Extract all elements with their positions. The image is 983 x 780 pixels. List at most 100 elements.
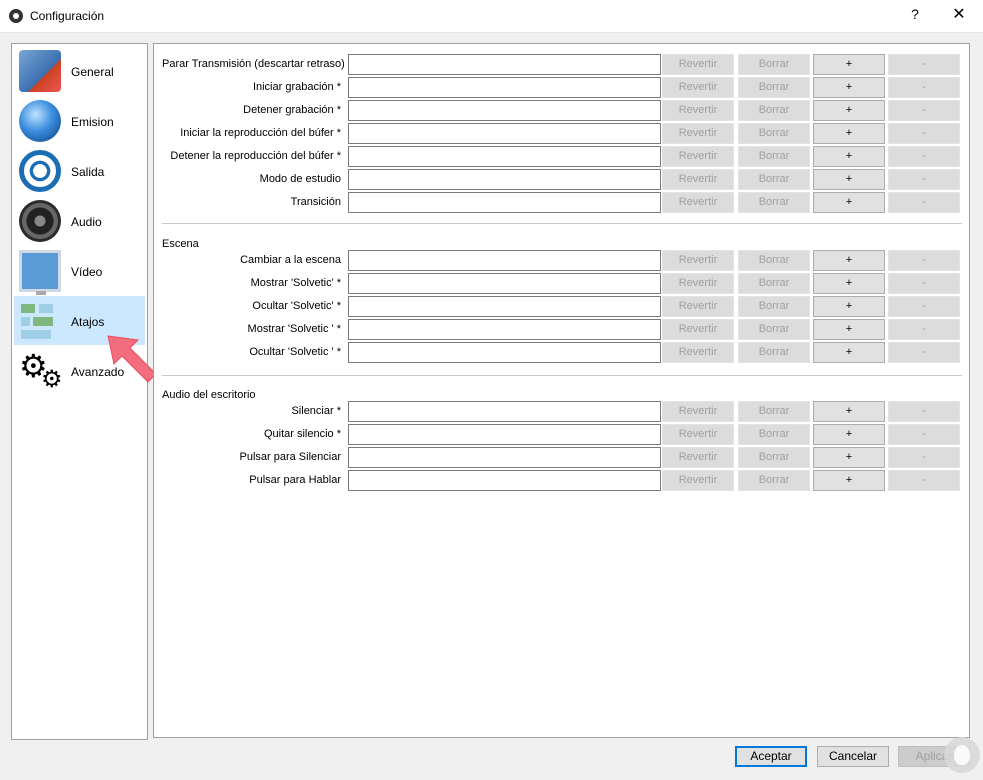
hotkey-label: Transición <box>290 196 341 208</box>
section-divider <box>162 375 962 376</box>
remove-hotkey-button[interactable]: - <box>888 296 960 317</box>
cancel-button[interactable]: Cancelar <box>817 746 889 767</box>
hotkey-input[interactable] <box>348 123 661 144</box>
clear-button[interactable]: Borrar <box>738 192 810 213</box>
remove-hotkey-button[interactable]: - <box>888 169 960 190</box>
remove-hotkey-button[interactable]: - <box>888 123 960 144</box>
accept-button[interactable]: Aceptar <box>735 746 807 767</box>
add-hotkey-button[interactable]: + <box>813 77 885 98</box>
hotkey-input[interactable] <box>348 77 661 98</box>
hotkey-input[interactable] <box>348 470 661 491</box>
hotkey-input[interactable] <box>348 192 661 213</box>
revert-button[interactable]: Revertir <box>662 296 734 317</box>
revert-button[interactable]: Revertir <box>662 77 734 98</box>
sidebar-item-general[interactable]: General <box>14 46 145 95</box>
revert-button[interactable]: Revertir <box>662 169 734 190</box>
remove-hotkey-button[interactable]: - <box>888 273 960 294</box>
add-hotkey-button[interactable]: + <box>813 470 885 491</box>
clear-button[interactable]: Borrar <box>738 296 810 317</box>
clear-button[interactable]: Borrar <box>738 100 810 121</box>
revert-button[interactable]: Revertir <box>662 54 734 75</box>
clear-button[interactable]: Borrar <box>738 146 810 167</box>
revert-button[interactable]: Revertir <box>662 123 734 144</box>
remove-hotkey-button[interactable]: - <box>888 447 960 468</box>
remove-hotkey-button[interactable]: - <box>888 54 960 75</box>
remove-hotkey-button[interactable]: - <box>888 250 960 271</box>
add-hotkey-button[interactable]: + <box>813 123 885 144</box>
section-divider <box>162 223 962 224</box>
settings-sidebar: General Emision Salida Audio Vídeo Atajo… <box>11 43 148 740</box>
add-hotkey-button[interactable]: + <box>813 401 885 422</box>
remove-hotkey-button[interactable]: - <box>888 192 960 213</box>
clear-button[interactable]: Borrar <box>738 319 810 340</box>
clear-button[interactable]: Borrar <box>738 342 810 363</box>
title-bar: Configuración ? ✕ <box>0 0 983 33</box>
add-hotkey-button[interactable]: + <box>813 54 885 75</box>
add-hotkey-button[interactable]: + <box>813 424 885 445</box>
watermark-logo-icon <box>944 737 980 773</box>
video-icon <box>19 250 61 295</box>
revert-button[interactable]: Revertir <box>662 470 734 491</box>
remove-hotkey-button[interactable]: - <box>888 100 960 121</box>
hotkey-input[interactable] <box>348 296 661 317</box>
revert-button[interactable]: Revertir <box>662 319 734 340</box>
sidebar-item-salida[interactable]: Salida <box>14 146 145 195</box>
add-hotkey-button[interactable]: + <box>813 319 885 340</box>
clear-button[interactable]: Borrar <box>738 77 810 98</box>
hotkey-input[interactable] <box>348 447 661 468</box>
clear-button[interactable]: Borrar <box>738 424 810 445</box>
clear-button[interactable]: Borrar <box>738 470 810 491</box>
sidebar-item-video[interactable]: Vídeo <box>14 246 145 295</box>
clear-button[interactable]: Borrar <box>738 273 810 294</box>
sidebar-item-emision[interactable]: Emision <box>14 96 145 145</box>
clear-button[interactable]: Borrar <box>738 54 810 75</box>
remove-hotkey-button[interactable]: - <box>888 146 960 167</box>
close-button[interactable]: ✕ <box>948 4 970 24</box>
add-hotkey-button[interactable]: + <box>813 273 885 294</box>
clear-button[interactable]: Borrar <box>738 169 810 190</box>
sidebar-item-avanzado[interactable]: ⚙ ⚙ Avanzado <box>14 346 145 395</box>
add-hotkey-button[interactable]: + <box>813 100 885 121</box>
revert-button[interactable]: Revertir <box>662 342 734 363</box>
remove-hotkey-button[interactable]: - <box>888 319 960 340</box>
sidebar-item-audio[interactable]: Audio <box>14 196 145 245</box>
add-hotkey-button[interactable]: + <box>813 296 885 317</box>
revert-button[interactable]: Revertir <box>662 447 734 468</box>
revert-button[interactable]: Revertir <box>662 273 734 294</box>
hotkey-input[interactable] <box>348 250 661 271</box>
hotkey-input[interactable] <box>348 146 661 167</box>
hotkey-input[interactable] <box>348 401 661 422</box>
sidebar-item-atajos[interactable]: Atajos <box>14 296 145 345</box>
clear-button[interactable]: Borrar <box>738 401 810 422</box>
clear-button[interactable]: Borrar <box>738 447 810 468</box>
hotkey-input[interactable] <box>348 319 661 340</box>
remove-hotkey-button[interactable]: - <box>888 342 960 363</box>
sidebar-item-label: Vídeo <box>71 265 103 279</box>
remove-hotkey-button[interactable]: - <box>888 424 960 445</box>
add-hotkey-button[interactable]: + <box>813 146 885 167</box>
add-hotkey-button[interactable]: + <box>813 192 885 213</box>
add-hotkey-button[interactable]: + <box>813 342 885 363</box>
revert-button[interactable]: Revertir <box>662 100 734 121</box>
hotkey-input[interactable] <box>348 169 661 190</box>
hotkey-input[interactable] <box>348 342 661 363</box>
remove-hotkey-button[interactable]: - <box>888 470 960 491</box>
add-hotkey-button[interactable]: + <box>813 169 885 190</box>
revert-button[interactable]: Revertir <box>662 192 734 213</box>
remove-hotkey-button[interactable]: - <box>888 401 960 422</box>
obs-app-icon <box>9 9 23 23</box>
help-button[interactable]: ? <box>905 6 925 22</box>
hotkey-input[interactable] <box>348 424 661 445</box>
revert-button[interactable]: Revertir <box>662 250 734 271</box>
revert-button[interactable]: Revertir <box>662 401 734 422</box>
revert-button[interactable]: Revertir <box>662 146 734 167</box>
hotkey-input[interactable] <box>348 273 661 294</box>
clear-button[interactable]: Borrar <box>738 250 810 271</box>
add-hotkey-button[interactable]: + <box>813 250 885 271</box>
clear-button[interactable]: Borrar <box>738 123 810 144</box>
hotkey-input[interactable] <box>348 100 661 121</box>
revert-button[interactable]: Revertir <box>662 424 734 445</box>
hotkey-input[interactable] <box>348 54 661 75</box>
remove-hotkey-button[interactable]: - <box>888 77 960 98</box>
add-hotkey-button[interactable]: + <box>813 447 885 468</box>
